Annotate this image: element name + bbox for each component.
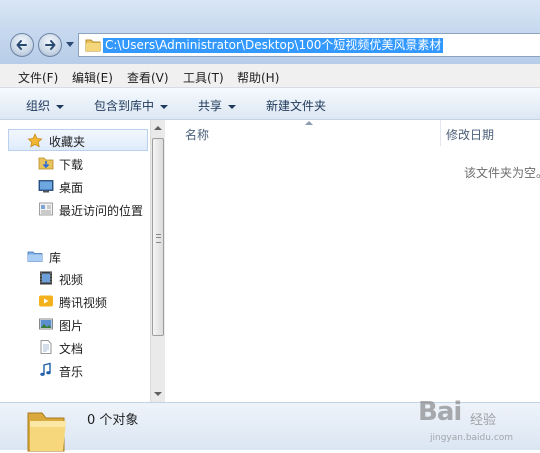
nav-item-pictures[interactable]: 图片 bbox=[0, 313, 150, 335]
column-header-date-modified[interactable]: 修改日期 bbox=[446, 126, 494, 143]
large-folder-icon bbox=[27, 412, 66, 452]
share-label: 共享 bbox=[198, 99, 223, 113]
scroll-thumb[interactable] bbox=[152, 138, 164, 336]
include-library-button[interactable]: 包含到库中 bbox=[94, 97, 169, 114]
column-separator[interactable] bbox=[440, 120, 441, 146]
watermark-url: jingyan.baidu.com bbox=[430, 433, 514, 443]
nav-favorites-label: 收藏夹 bbox=[49, 135, 86, 149]
documents-icon bbox=[40, 340, 52, 354]
watermark-subtitle: 经验 bbox=[470, 413, 497, 428]
nav-libraries[interactable]: 库 bbox=[0, 245, 150, 267]
nav-item-label: 视频 bbox=[59, 273, 84, 287]
nav-item-videos[interactable]: 视频 bbox=[0, 267, 150, 289]
folder-icon bbox=[85, 39, 101, 52]
recent-places-icon bbox=[39, 202, 53, 216]
desktop-icon bbox=[38, 180, 54, 193]
forward-button[interactable] bbox=[38, 33, 62, 57]
nav-item-downloads[interactable]: 下载 bbox=[0, 152, 150, 174]
nav-item-label: 腾讯视频 bbox=[59, 296, 108, 310]
menu-help[interactable]: 帮助(H) bbox=[237, 69, 279, 86]
forward-arrow-icon bbox=[45, 40, 56, 50]
downloads-folder-icon bbox=[38, 157, 54, 170]
dropdown-arrow-icon bbox=[160, 104, 169, 109]
scroll-grip-icon bbox=[156, 234, 161, 243]
nav-item-recent-places[interactable]: 最近访问的位置 bbox=[0, 198, 150, 220]
dropdown-arrow-icon bbox=[228, 104, 237, 109]
recent-pages-dropdown-icon[interactable] bbox=[66, 42, 74, 47]
address-bar[interactable]: C:\Users\Administrator\Desktop\100个短视频优美… bbox=[78, 33, 540, 57]
dropdown-arrow-icon bbox=[56, 104, 65, 109]
nav-item-label: 文档 bbox=[59, 342, 84, 356]
libraries-icon bbox=[27, 251, 43, 262]
menu-view[interactable]: 查看(V) bbox=[127, 69, 169, 86]
scroll-up-icon[interactable] bbox=[154, 126, 162, 130]
tencent-video-icon bbox=[39, 295, 53, 307]
nav-item-documents[interactable]: 文档 bbox=[0, 336, 150, 358]
nav-item-label: 图片 bbox=[59, 319, 84, 333]
include-library-label: 包含到库中 bbox=[94, 99, 155, 113]
nav-item-music[interactable]: 音乐 bbox=[0, 359, 150, 381]
file-list-pane[interactable]: 名称 修改日期 该文件夹为空。 bbox=[165, 120, 540, 402]
nav-item-desktop[interactable]: 桌面 bbox=[0, 175, 150, 197]
nav-favorites[interactable]: 收藏夹 bbox=[8, 129, 148, 151]
nav-item-label: 音乐 bbox=[59, 365, 84, 379]
organize-button[interactable]: 组织 bbox=[26, 97, 65, 114]
star-icon bbox=[27, 133, 43, 148]
empty-folder-message: 该文件夹为空。 bbox=[464, 166, 540, 180]
title-bar: C:\Users\Administrator\Desktop\100个短视频优美… bbox=[0, 0, 540, 64]
new-folder-button[interactable]: 新建文件夹 bbox=[266, 97, 326, 114]
menu-file[interactable]: 文件(F) bbox=[18, 69, 58, 86]
column-header-name[interactable]: 名称 bbox=[185, 126, 209, 143]
navigation-scrollbar[interactable] bbox=[150, 120, 165, 402]
command-bar: 组织 包含到库中 共享 新建文件夹 bbox=[0, 88, 540, 120]
music-icon bbox=[40, 362, 51, 376]
menu-edit[interactable]: 编辑(E) bbox=[72, 69, 113, 86]
nav-item-label: 下载 bbox=[59, 158, 84, 172]
back-button[interactable] bbox=[10, 33, 34, 57]
pictures-icon bbox=[39, 318, 53, 330]
menu-tools[interactable]: 工具(T) bbox=[183, 69, 224, 86]
menu-bar: 文件(F) 编辑(E) 查看(V) 工具(T) 帮助(H) bbox=[0, 64, 540, 88]
address-path[interactable]: C:\Users\Administrator\Desktop\100个短视频优美… bbox=[103, 38, 444, 53]
back-arrow-icon bbox=[16, 40, 27, 50]
organize-label: 组织 bbox=[26, 99, 51, 113]
sort-ascending-icon bbox=[305, 121, 313, 125]
nav-item-label: 最近访问的位置 bbox=[59, 204, 144, 218]
share-button[interactable]: 共享 bbox=[198, 97, 237, 114]
scroll-down-icon[interactable] bbox=[154, 392, 162, 396]
navigation-pane: 收藏夹 下载 桌面 最近访问的位置 库 视频 腾讯视频 图片 文档 音乐 bbox=[0, 120, 150, 402]
nav-item-tencent-video[interactable]: 腾讯视频 bbox=[0, 290, 150, 312]
watermark-logo: Bai bbox=[418, 397, 462, 427]
videos-icon bbox=[40, 271, 52, 285]
nav-item-label: 桌面 bbox=[59, 181, 84, 195]
item-count: 0 个对象 bbox=[87, 413, 139, 428]
nav-libraries-label: 库 bbox=[49, 251, 62, 265]
